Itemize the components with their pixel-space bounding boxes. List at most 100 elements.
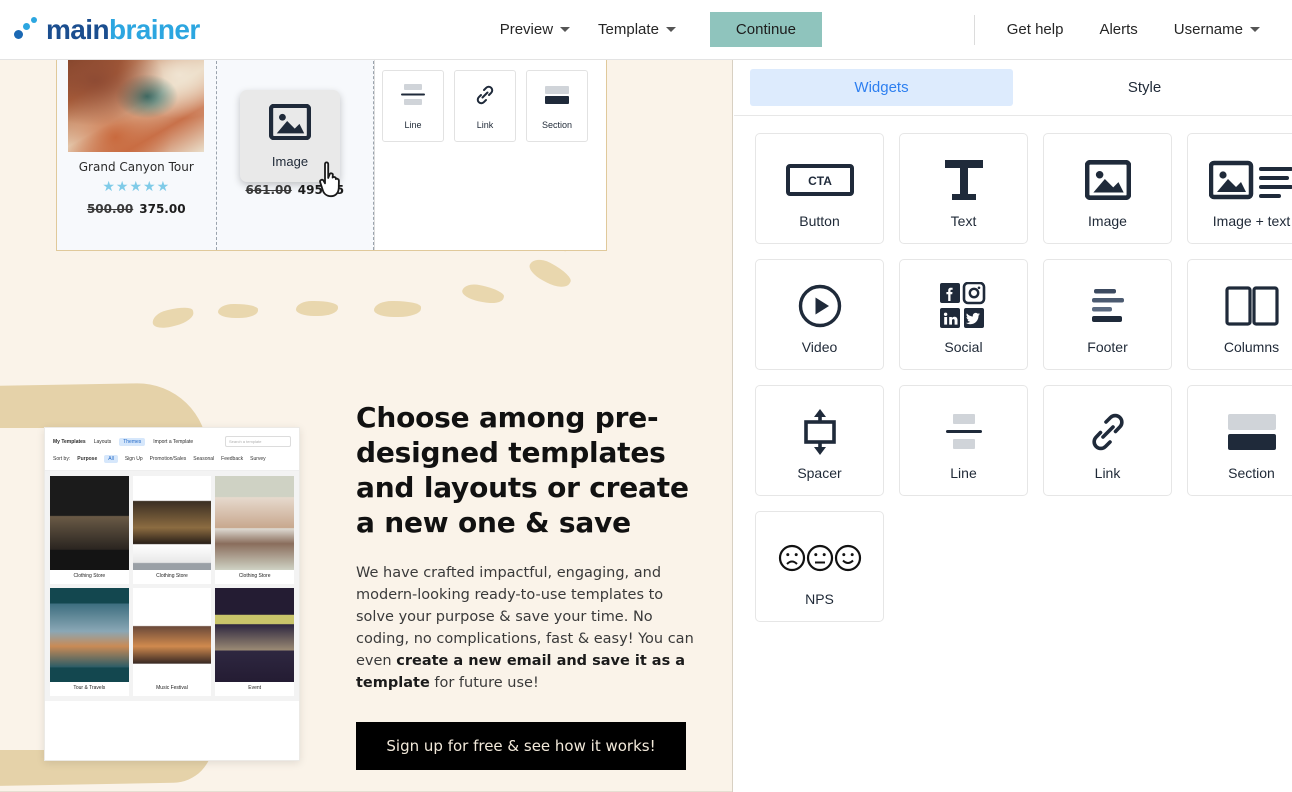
brand-dots-icon bbox=[12, 16, 42, 43]
marketing-copy-block: Choose among pre-designed templates and … bbox=[356, 400, 704, 770]
product-card[interactable]: Grand Canyon Tour ★★★★★ 500.00 375.00 bbox=[57, 56, 216, 250]
gallery-filter-seasonal: Seasonal bbox=[193, 456, 215, 462]
gallery-card-thumb bbox=[50, 476, 129, 570]
gallery-card-caption: Event bbox=[248, 685, 262, 691]
gallery-card-grid: Clothing Store Clothing Store Clothing S… bbox=[45, 471, 299, 701]
tab-widgets[interactable]: Widgets bbox=[750, 69, 1013, 106]
widget-card-line[interactable]: Line bbox=[899, 385, 1028, 496]
brand-name: mainbrainer bbox=[46, 14, 200, 46]
gallery-card: Tour & Travels bbox=[50, 588, 129, 696]
brush-stroke-decoration bbox=[526, 254, 574, 293]
mini-widget-section[interactable]: Section bbox=[526, 70, 588, 142]
gallery-card-caption: Clothing Store bbox=[238, 573, 271, 579]
nav-divider bbox=[973, 14, 975, 45]
nav-item-username-label: Username bbox=[1173, 21, 1243, 38]
chevron-down-icon bbox=[1250, 27, 1260, 32]
nav-item-get-help[interactable]: Get help bbox=[989, 13, 1082, 46]
text-t-icon bbox=[941, 149, 987, 211]
gallery-filter-sign-up: Sign Up bbox=[124, 456, 143, 462]
gallery-card-thumb bbox=[215, 476, 294, 570]
promo-body-part2: for future use! bbox=[429, 675, 539, 691]
brush-stroke-decoration bbox=[218, 304, 258, 318]
widget-card-image-text[interactable]: Image + text bbox=[1187, 133, 1292, 244]
widget-card-social[interactable]: Social bbox=[899, 259, 1028, 370]
footer-lines-icon bbox=[1085, 275, 1131, 337]
widget-card-section-label: Section bbox=[1228, 464, 1275, 481]
gallery-tab-themes: Themes bbox=[119, 437, 146, 446]
tab-widgets-label: Widgets bbox=[854, 79, 909, 96]
widget-card-image[interactable]: Image bbox=[1043, 133, 1172, 244]
gallery-tab-import: Import a Template bbox=[153, 438, 194, 445]
top-navigation-bar: mainbrainer Preview Template Continue Ge… bbox=[0, 0, 1292, 60]
widget-card-link[interactable]: Link bbox=[1043, 385, 1172, 496]
widget-card-video[interactable]: Video bbox=[755, 259, 884, 370]
rating-stars: ★★★★★ bbox=[102, 178, 171, 194]
gallery-card: Clothing Store bbox=[132, 476, 212, 584]
nav-item-alerts[interactable]: Alerts bbox=[1081, 13, 1155, 46]
widget-card-nps-label: NPS bbox=[805, 590, 834, 607]
widget-card-columns[interactable]: Columns bbox=[1187, 259, 1292, 370]
brush-stroke-decoration bbox=[460, 281, 506, 307]
nav-item-template[interactable]: Template bbox=[584, 13, 690, 46]
gallery-card: Music Festival bbox=[132, 588, 212, 696]
widget-card-footer[interactable]: Footer bbox=[1043, 259, 1172, 370]
chevron-down-icon bbox=[665, 27, 676, 32]
chevron-down-icon bbox=[560, 27, 571, 32]
mini-widget-line-label: Line bbox=[404, 119, 422, 130]
gallery-card: Clothing Store bbox=[215, 476, 294, 584]
line-icon bbox=[941, 401, 987, 463]
product-title: Grand Canyon Tour bbox=[78, 160, 194, 174]
widget-card-link-label: Link bbox=[1094, 464, 1121, 481]
widget-card-button-label: Button bbox=[799, 212, 840, 229]
nav-item-preview[interactable]: Preview bbox=[486, 13, 584, 46]
brand-logo[interactable]: mainbrainer bbox=[12, 14, 200, 46]
widget-card-line-label: Line bbox=[950, 464, 977, 481]
gallery-card-thumb bbox=[132, 588, 212, 682]
mini-widget-link[interactable]: Link bbox=[454, 70, 516, 142]
link-icon bbox=[472, 83, 498, 112]
gallery-tab-layouts: Layouts bbox=[93, 438, 112, 445]
gallery-card-caption: Music Festival bbox=[156, 685, 188, 691]
widget-card-image-text-label: Image + text bbox=[1212, 212, 1291, 229]
gallery-filter-all: All bbox=[104, 455, 118, 463]
secondary-nav: Get help Alerts Username bbox=[973, 13, 1278, 46]
widget-card-video-label: Video bbox=[801, 338, 838, 355]
widget-card-columns-label: Columns bbox=[1223, 338, 1280, 355]
nav-item-alerts-label: Alerts bbox=[1099, 21, 1138, 38]
gallery-filter-promotion-sales: Promotion/Sales bbox=[149, 456, 187, 462]
widget-card-text[interactable]: Text bbox=[899, 133, 1028, 244]
gallery-card: Clothing Store bbox=[50, 476, 129, 584]
promo-body: We have crafted impactful, engaging, and… bbox=[356, 562, 704, 694]
spacer-arrows-icon bbox=[797, 401, 843, 463]
tab-style[interactable]: Style bbox=[1013, 69, 1276, 106]
gallery-sort-value: Purpose bbox=[77, 456, 98, 462]
old-price: 661.00 bbox=[245, 183, 292, 197]
image-icon bbox=[268, 103, 312, 145]
widget-card-spacer-label: Spacer bbox=[797, 464, 842, 481]
old-price: 500.00 bbox=[86, 202, 134, 216]
gallery-sort-label: Sort by: bbox=[53, 456, 71, 462]
nav-item-username[interactable]: Username bbox=[1156, 13, 1278, 46]
mini-widget-line[interactable]: Line bbox=[382, 70, 444, 142]
cta-button-icon: CTA bbox=[785, 149, 854, 211]
new-price: 375.00 bbox=[139, 202, 186, 216]
gallery-filter-feedback: Feedback bbox=[221, 456, 244, 462]
drag-ghost-label: Image bbox=[271, 153, 309, 169]
widget-card-section[interactable]: Section bbox=[1187, 385, 1292, 496]
widget-card-nps[interactable]: NPS bbox=[755, 511, 884, 622]
nps-faces-icon bbox=[778, 527, 862, 589]
widget-card-spacer[interactable]: Spacer bbox=[755, 385, 884, 496]
gallery-card: Event bbox=[215, 588, 294, 696]
widget-card-text-label: Text bbox=[950, 212, 977, 229]
gallery-tab-my-templates: My Templates bbox=[53, 438, 86, 445]
gallery-card-thumb bbox=[215, 588, 294, 682]
gallery-filter-survey: Survey bbox=[250, 456, 266, 462]
section-icon bbox=[1225, 401, 1279, 463]
widget-card-button[interactable]: CTA Button bbox=[755, 133, 884, 244]
continue-button[interactable]: Continue bbox=[709, 12, 822, 47]
social-icons bbox=[939, 275, 989, 337]
section-icon bbox=[542, 83, 572, 112]
signup-cta-button[interactable]: Sign up for free & see how it works! bbox=[356, 722, 686, 770]
svg-text:CTA: CTA bbox=[808, 174, 832, 188]
nav-item-preview-label: Preview bbox=[499, 21, 554, 38]
